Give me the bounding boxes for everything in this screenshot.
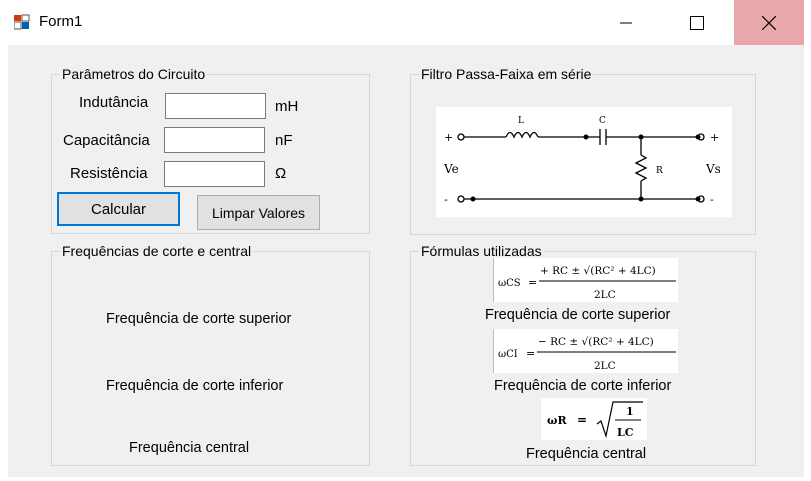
group-formulas-title: Fórmulas utilizadas bbox=[419, 243, 544, 259]
formula-lower-numerator: − RC ± √(RC² + 4LC) bbox=[538, 336, 654, 348]
capacitance-unit: nF bbox=[275, 132, 293, 149]
central-frequency-label: Frequência central bbox=[129, 440, 250, 456]
circuit-diagram: + + - - L C R Ve Vs bbox=[436, 107, 732, 217]
formula-upper-denominator: 2LC bbox=[594, 289, 616, 301]
inductance-unit: mH bbox=[275, 98, 299, 115]
upper-cutoff-label: Frequência de corte superior bbox=[106, 311, 292, 327]
formula-lower-denominator: 2LC bbox=[594, 360, 616, 372]
svg-text:=: = bbox=[577, 413, 587, 427]
group-frequencies-title: Frequências de corte e central bbox=[60, 243, 254, 259]
group-frequencies: Frequências de corte e central bbox=[51, 243, 370, 466]
formula-upper-cutoff: ωCS = + RC ± √(RC² + 4LC) 2LC bbox=[493, 258, 678, 302]
ve-label: Ve bbox=[443, 162, 459, 176]
capacitance-label: Capacitância bbox=[63, 132, 150, 149]
minimize-button[interactable] bbox=[603, 0, 649, 45]
group-filter-title: Filtro Passa-Faixa em série bbox=[419, 66, 594, 82]
resistance-unit: Ω bbox=[275, 165, 287, 182]
formula-central-caption: Frequência central bbox=[526, 446, 647, 462]
clear-values-button[interactable]: Limpar Valores bbox=[197, 195, 320, 230]
formula-lower-lhs: ωCI bbox=[498, 349, 518, 360]
minimize-icon bbox=[620, 22, 632, 23]
inductor-label: L bbox=[518, 116, 524, 126]
calculate-button[interactable]: Calcular bbox=[57, 192, 180, 226]
lower-cutoff-label: Frequência de corte inferior bbox=[106, 378, 284, 394]
maximize-button[interactable] bbox=[674, 0, 720, 45]
formula-lower-cutoff: ωCI = − RC ± √(RC² + 4LC) 2LC bbox=[493, 329, 678, 373]
formula-lower-caption: Frequência de corte inferior bbox=[494, 378, 672, 394]
formula-central-numerator: 1 bbox=[626, 405, 634, 418]
form-client-area: Parâmetros do Circuito Indutância mH Cap… bbox=[8, 45, 804, 477]
inductance-input[interactable] bbox=[165, 93, 266, 119]
maximize-icon bbox=[690, 15, 704, 30]
formula-central-lhs: ωR bbox=[547, 414, 567, 427]
formula-upper-caption: Frequência de corte superior bbox=[485, 307, 671, 323]
app-icon bbox=[13, 14, 30, 30]
minus-out-label: - bbox=[710, 193, 714, 206]
formula-central: ωR = 1 LC bbox=[541, 398, 647, 440]
resistance-input[interactable] bbox=[164, 161, 265, 187]
title-bar: Form1 bbox=[0, 0, 811, 45]
terminal-in-bottom bbox=[457, 195, 465, 203]
window-title: Form1 bbox=[39, 13, 83, 30]
svg-text:=: = bbox=[528, 276, 537, 289]
resistor-label: R bbox=[656, 166, 663, 176]
close-button[interactable] bbox=[734, 0, 804, 45]
formula-upper-lhs: ωCS bbox=[498, 278, 521, 289]
inductor-symbol bbox=[505, 131, 539, 139]
resistor-symbol bbox=[634, 154, 648, 182]
vs-label: Vs bbox=[705, 162, 721, 176]
formula-central-denominator: LC bbox=[617, 426, 634, 439]
capacitance-input[interactable] bbox=[164, 127, 265, 153]
inductance-label: Indutância bbox=[79, 94, 149, 111]
close-icon bbox=[762, 15, 776, 30]
svg-text:=: = bbox=[526, 347, 535, 360]
plus-out-label: + bbox=[710, 131, 719, 144]
group-circuit-params-title: Parâmetros do Circuito bbox=[60, 66, 208, 82]
capacitor-label: C bbox=[599, 116, 606, 126]
formula-upper-numerator: + RC ± √(RC² + 4LC) bbox=[540, 265, 656, 277]
terminal-in-top bbox=[457, 133, 465, 141]
plus-in-label: + bbox=[444, 131, 453, 144]
window-edge bbox=[804, 0, 811, 481]
minus-in-label: - bbox=[444, 193, 448, 206]
resistance-label: Resistência bbox=[70, 165, 148, 182]
